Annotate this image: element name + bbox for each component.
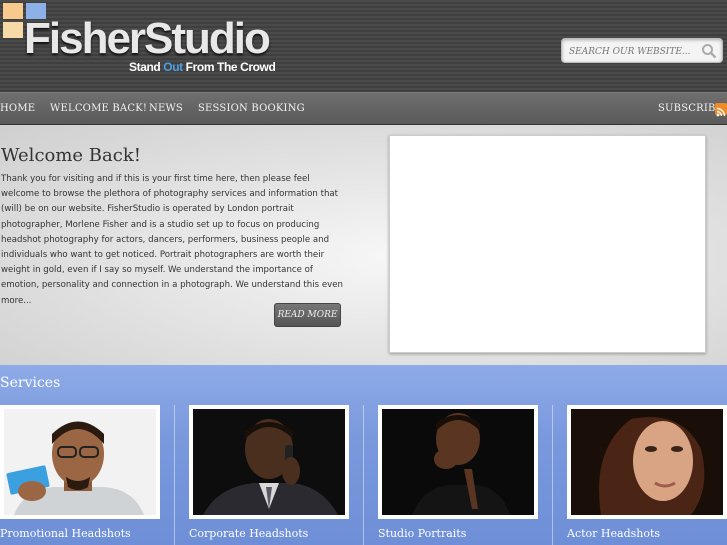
rss-icon[interactable] — [715, 103, 727, 117]
promotional-headshot-image — [4, 409, 156, 515]
service-label[interactable]: Studio Portraits — [378, 527, 538, 540]
divider — [363, 405, 364, 545]
divider — [174, 405, 175, 545]
tagline-part: Stand — [129, 60, 164, 74]
site-header: FisherStudio Stand Out From The Crowd — [0, 0, 727, 92]
service-thumbnail[interactable] — [378, 405, 538, 519]
service-label[interactable]: Actor Headshots — [567, 527, 727, 540]
subscribe-link[interactable]: SUBSCRIBE — [658, 103, 723, 114]
nav-item-home[interactable]: HOME — [0, 103, 35, 114]
welcome-section: Welcome Back! Thank you for visiting and… — [0, 125, 727, 365]
welcome-text: Thank you for visiting and if this is yo… — [1, 174, 343, 306]
studio-portrait-image — [382, 409, 534, 515]
logo-square — [3, 3, 23, 19]
main-nav: HOME WELCOME BACK! NEWS SESSION BOOKING … — [0, 92, 727, 125]
service-thumbnail[interactable] — [189, 405, 349, 519]
nav-item-session-booking[interactable]: SESSION BOOKING — [198, 103, 305, 114]
search-box — [561, 38, 723, 64]
site-logo[interactable]: FisherStudio — [24, 14, 271, 64]
tagline-highlight: Out — [163, 60, 183, 74]
logo-square — [3, 22, 23, 38]
search-input[interactable] — [562, 40, 692, 64]
search-icon[interactable] — [701, 43, 717, 59]
service-thumbnail[interactable] — [567, 405, 727, 519]
services-title: Services — [0, 375, 61, 391]
tagline-part: From The Crowd — [182, 60, 276, 74]
service-label[interactable]: Corporate Headshots — [189, 527, 349, 540]
feature-slideshow[interactable] — [389, 135, 706, 353]
service-card[interactable]: Corporate Headshots — [189, 405, 349, 540]
welcome-title: Welcome Back! — [1, 145, 141, 166]
nav-item-welcome-back[interactable]: WELCOME BACK! — [50, 103, 147, 114]
nav-item-news[interactable]: NEWS — [149, 103, 183, 114]
service-label[interactable]: Promotional Headshots — [0, 527, 160, 540]
divider — [552, 405, 553, 545]
service-card[interactable]: Promotional Headshots — [0, 405, 160, 540]
read-more-button[interactable]: READ MORE — [274, 303, 341, 327]
corporate-headshot-image — [193, 409, 345, 515]
service-card[interactable]: Studio Portraits — [378, 405, 538, 540]
service-card[interactable]: Actor Headshots — [567, 405, 727, 540]
site-tagline: Stand Out From The Crowd — [129, 60, 276, 74]
service-thumbnail[interactable] — [0, 405, 160, 519]
services-section: Services Promotional Headshots Corporate… — [0, 365, 727, 545]
actor-headshot-image — [571, 409, 723, 515]
